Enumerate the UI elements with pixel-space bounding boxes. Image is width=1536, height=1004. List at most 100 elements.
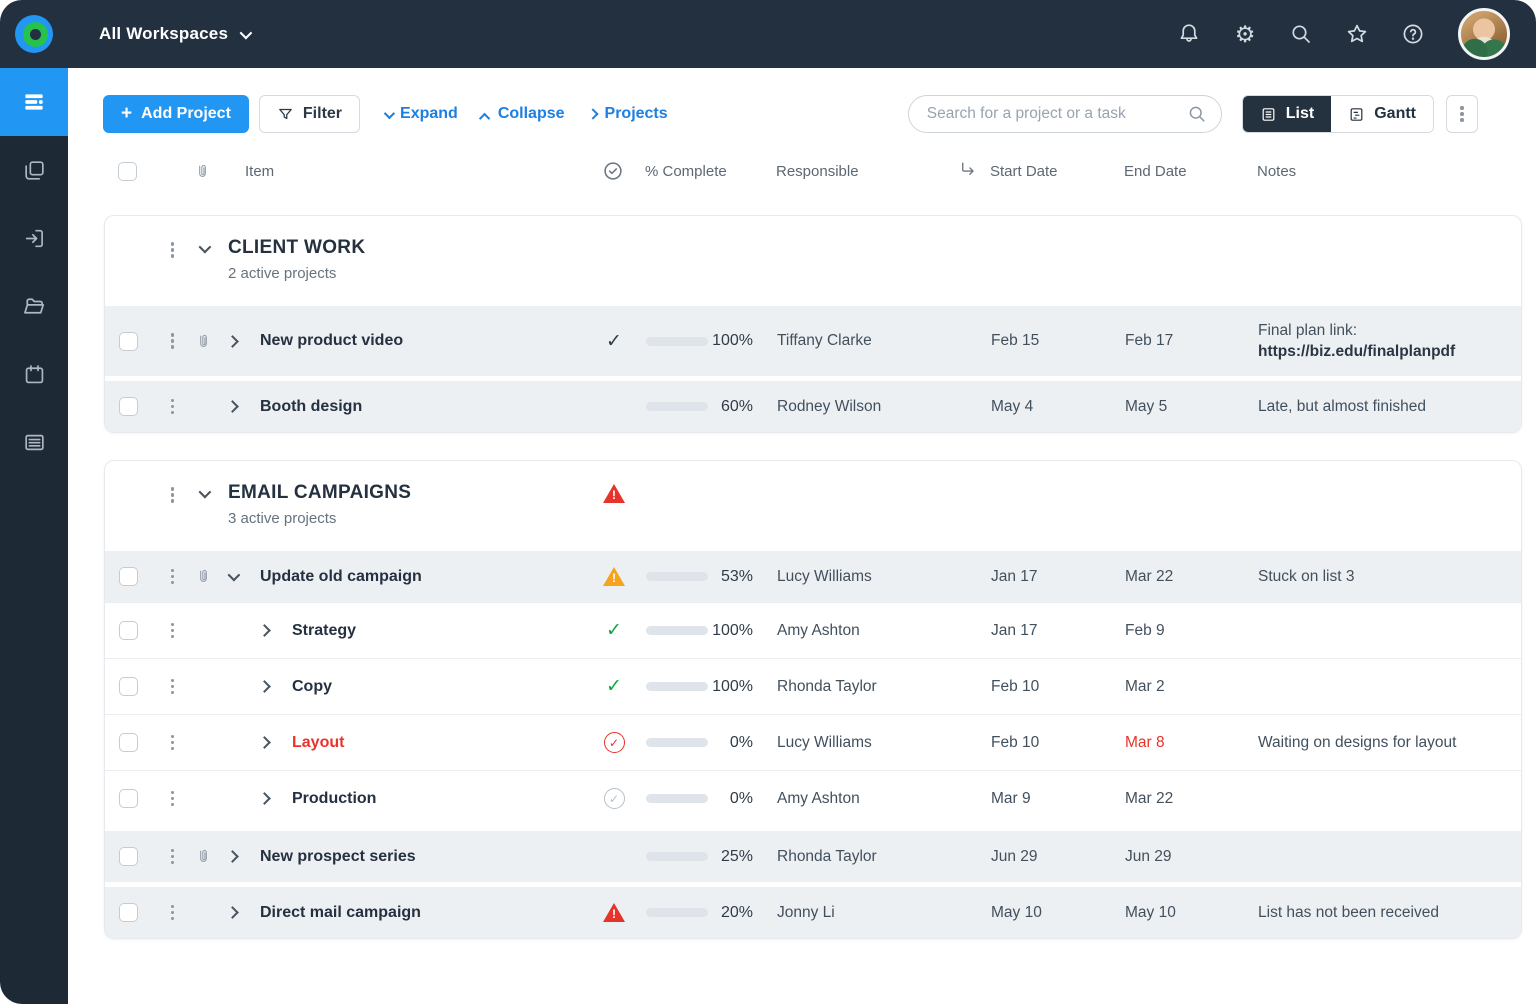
user-avatar[interactable] (1458, 8, 1510, 60)
task-row[interactable]: New product video 100% Tiffany Clarke Fe… (105, 301, 1521, 376)
progress-bar (646, 738, 708, 747)
task-row[interactable]: Direct mail campaign 20% Jonny Li May 10… (105, 882, 1521, 938)
progress-cell: 0% (634, 734, 753, 752)
expand-chevron-icon[interactable] (258, 680, 271, 693)
task-name[interactable]: New product video (246, 332, 594, 350)
task-name[interactable]: Booth design (246, 398, 594, 416)
help-icon[interactable] (1400, 21, 1426, 47)
end-date-cell: Jun 29 (1125, 848, 1258, 866)
note-link-text: https://biz.edu/finalplanpdf (1258, 341, 1505, 362)
row-checkbox[interactable] (119, 397, 138, 416)
sidebar-item-notes[interactable] (0, 408, 68, 476)
row-checkbox[interactable] (119, 621, 138, 640)
expand-chevron-icon[interactable] (226, 906, 239, 919)
notes-cell (1258, 617, 1521, 645)
status-column-icon (593, 160, 633, 182)
sign-in-arrow-icon (22, 226, 47, 251)
end-date-cell: May 10 (1125, 904, 1258, 922)
filter-button[interactable]: Filter (259, 95, 360, 133)
group-title: CLIENT WORK (228, 237, 594, 259)
app-logo[interactable] (0, 0, 68, 68)
expand-link[interactable]: Expand (384, 105, 458, 123)
row-checkbox[interactable] (119, 733, 138, 752)
progress-percent-label: 60% (708, 398, 753, 416)
row-checkbox[interactable] (119, 847, 138, 866)
sidebar-item-folders[interactable] (0, 272, 68, 340)
projects-breadcrumb[interactable]: Projects (589, 105, 668, 123)
sidebar-item-boards[interactable] (0, 136, 68, 204)
chevron-down-icon[interactable] (198, 241, 211, 254)
add-project-button[interactable]: + Add Project (103, 95, 249, 133)
task-row[interactable]: Production 0% Amy Ashton Mar 9 Mar 22 (105, 770, 1521, 826)
kebab-icon[interactable] (171, 333, 175, 349)
expand-chevron-icon[interactable] (258, 624, 271, 637)
select-all-checkbox[interactable] (118, 162, 137, 181)
task-name[interactable]: Production (278, 790, 594, 808)
group-subtitle: 3 active projects (228, 510, 594, 527)
task-name[interactable]: Layout (278, 734, 594, 752)
add-project-label: Add Project (141, 105, 231, 123)
sidebar-item-sign-in[interactable] (0, 204, 68, 272)
progress-bar (646, 572, 708, 581)
progress-cell: 60% (634, 398, 753, 416)
responsible-cell: Rodney Wilson (753, 398, 991, 416)
expand-chevron-icon[interactable] (228, 569, 241, 582)
row-checkbox[interactable] (119, 567, 138, 586)
kebab-icon[interactable] (171, 679, 175, 695)
task-name[interactable]: New prospect series (246, 848, 594, 866)
expand-chevron-icon[interactable] (258, 736, 271, 749)
kebab-icon[interactable] (171, 569, 175, 585)
task-row[interactable]: Copy 100% Rhonda Taylor Feb 10 Mar 2 (105, 658, 1521, 714)
kebab-icon[interactable] (171, 735, 175, 751)
task-row[interactable]: New prospect series 25% Rhonda Taylor Ju… (105, 826, 1521, 882)
gantt-view-button[interactable]: Gantt (1331, 96, 1433, 132)
expand-chevron-icon[interactable] (226, 400, 239, 413)
toolbar-more-button[interactable] (1446, 95, 1478, 133)
task-name[interactable]: Strategy (278, 622, 594, 640)
open-folder-icon (21, 293, 47, 319)
kebab-icon[interactable] (171, 791, 175, 807)
task-name[interactable]: Direct mail campaign (246, 904, 594, 922)
app-window: All Workspaces ⚙ (0, 0, 1536, 1004)
sidebar-item-project-list[interactable] (0, 68, 68, 136)
end-date-cell: Feb 17 (1125, 332, 1258, 350)
search-input[interactable] (908, 95, 1222, 133)
workspace-switcher[interactable]: All Workspaces (99, 24, 249, 44)
kebab-icon[interactable] (171, 849, 175, 865)
end-date-cell: Mar 22 (1125, 790, 1258, 808)
collapse-link[interactable]: Collapse (482, 105, 565, 123)
row-checkbox[interactable] (119, 677, 138, 696)
task-row[interactable]: Booth design 60% Rodney Wilson May 4 May… (105, 376, 1521, 432)
kebab-icon[interactable] (171, 242, 175, 282)
chevron-down-icon[interactable] (198, 486, 211, 499)
search-icon[interactable] (1288, 21, 1314, 47)
view-toggle: List Gantt (1242, 95, 1434, 133)
end-date-cell: Mar 22 (1125, 568, 1258, 586)
boards-layers-icon (22, 158, 47, 183)
kebab-icon[interactable] (171, 399, 175, 415)
expand-chevron-icon[interactable] (226, 335, 239, 348)
notifications-bell-icon[interactable] (1176, 21, 1202, 47)
task-row[interactable]: Layout 0% Lucy Williams Feb 10 Mar 8 Wai… (105, 714, 1521, 770)
list-card-icon (22, 430, 47, 455)
row-checkbox[interactable] (119, 789, 138, 808)
row-checkbox[interactable] (119, 903, 138, 922)
sidebar-item-calendar[interactable] (0, 340, 68, 408)
progress-cell: 100% (634, 678, 753, 696)
kebab-icon[interactable] (171, 487, 175, 527)
expand-chevron-icon[interactable] (226, 850, 239, 863)
expand-chevron-icon[interactable] (258, 792, 271, 805)
favorites-star-icon[interactable] (1344, 21, 1370, 47)
task-name[interactable]: Copy (278, 678, 594, 696)
task-name[interactable]: Update old campaign (246, 568, 594, 586)
task-row[interactable]: Strategy 100% Amy Ashton Jan 17 Feb 9 (105, 602, 1521, 658)
kebab-icon[interactable] (171, 623, 175, 639)
task-row[interactable]: Update old campaign 53% Lucy Williams Ja… (105, 546, 1521, 602)
row-checkbox[interactable] (119, 332, 138, 351)
list-view-button[interactable]: List (1243, 96, 1331, 132)
settings-gear-icon[interactable]: ⚙ (1232, 21, 1258, 47)
task-status-icon (603, 620, 625, 642)
search-icon (1187, 104, 1207, 124)
group-rows: New product video 100% Tiffany Clarke Fe… (105, 301, 1521, 432)
kebab-icon[interactable] (171, 905, 175, 921)
